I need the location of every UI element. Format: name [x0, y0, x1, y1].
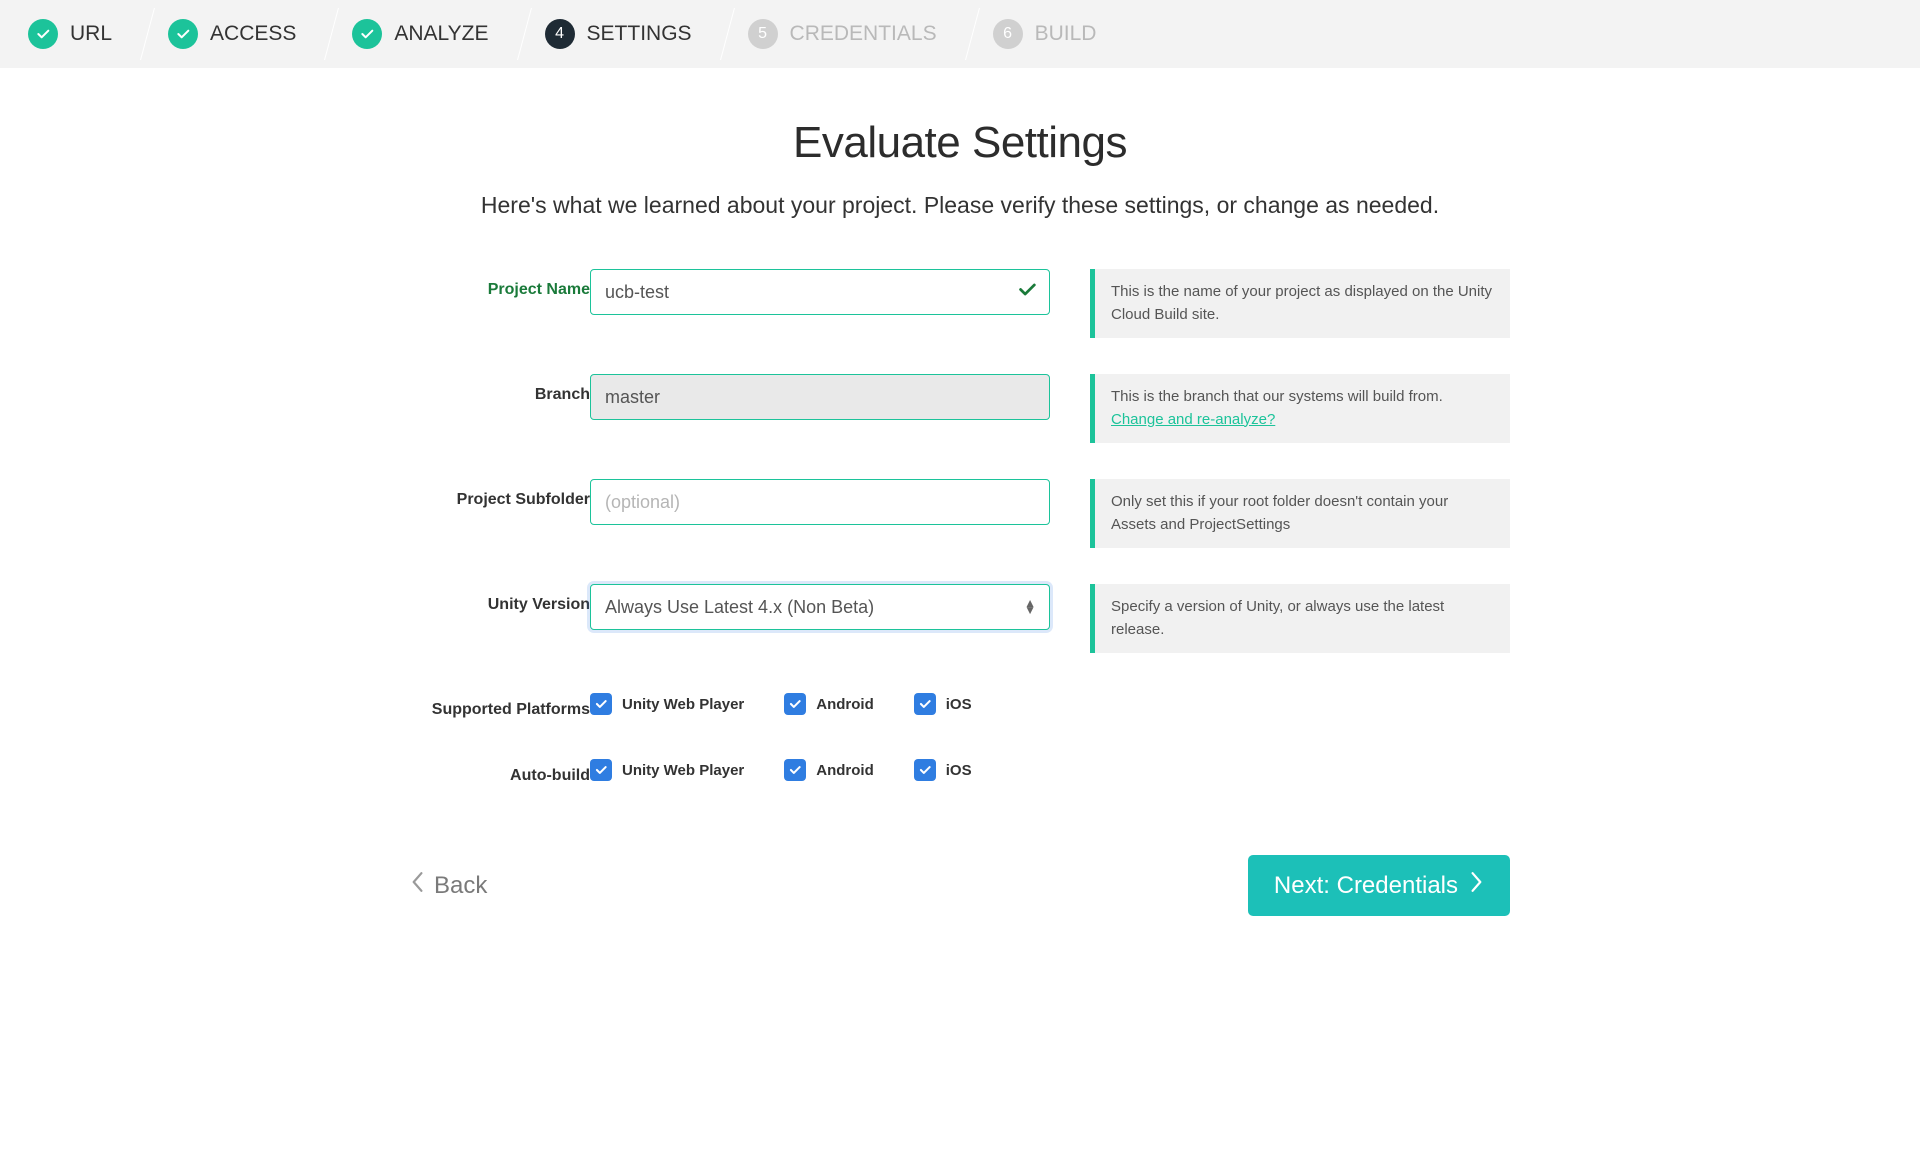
project-name-label: Project Name [410, 269, 590, 299]
back-button[interactable]: Back [410, 871, 487, 900]
step-label: SETTINGS [587, 22, 692, 46]
checkbox-ab-android[interactable] [784, 759, 806, 781]
branch-hint: This is the branch that our systems will… [1090, 374, 1510, 443]
platform-webplayer: Unity Web Player [590, 693, 744, 715]
next-button[interactable]: Next: Credentials [1248, 855, 1510, 916]
step-analyze[interactable]: ANALYZE [324, 0, 516, 68]
checkbox-ab-webplayer[interactable] [590, 759, 612, 781]
autobuild-label: Auto-build [410, 755, 590, 785]
page-title: Evaluate Settings [410, 118, 1510, 168]
step-label: URL [70, 22, 112, 46]
platform-android: Android [784, 693, 874, 715]
project-name-input[interactable] [590, 269, 1050, 315]
branch-input [590, 374, 1050, 420]
next-label: Next: Credentials [1274, 872, 1458, 900]
step-number-badge: 5 [748, 19, 778, 49]
subfolder-field-wrap [590, 479, 1050, 525]
branch-label: Branch [410, 374, 590, 404]
reanalyze-link[interactable]: Change and re-analyze? [1111, 411, 1275, 428]
platform-android-label: Android [816, 696, 874, 713]
footer-nav: Back Next: Credentials [410, 855, 1510, 916]
step-number-badge: 4 [545, 19, 575, 49]
subfolder-label: Project Subfolder [410, 479, 590, 509]
autobuild-webplayer-label: Unity Web Player [622, 762, 744, 779]
checkbox-ios[interactable] [914, 693, 936, 715]
subfolder-input[interactable] [590, 479, 1050, 525]
version-select[interactable]: Always Use Latest 4.x (Non Beta) [590, 584, 1050, 630]
platforms-label: Supported Platforms [410, 689, 590, 719]
step-access[interactable]: ACCESS [140, 0, 324, 68]
autobuild-android: Android [784, 759, 874, 781]
step-credentials[interactable]: 5 CREDENTIALS [720, 0, 965, 68]
platform-webplayer-label: Unity Web Player [622, 696, 744, 713]
subfolder-hint: Only set this if your root folder doesn'… [1090, 479, 1510, 548]
platform-ios-label: iOS [946, 696, 972, 713]
checkmark-icon [168, 19, 198, 49]
checkmark-icon [352, 19, 382, 49]
settings-form: Project Name This is the name of your pr… [410, 269, 1510, 785]
project-name-field-wrap [590, 269, 1050, 315]
step-settings[interactable]: 4 SETTINGS [517, 0, 720, 68]
version-label: Unity Version [410, 584, 590, 614]
project-name-hint: This is the name of your project as disp… [1090, 269, 1510, 338]
page-subtitle: Here's what we learned about your projec… [410, 192, 1510, 219]
main-content: Evaluate Settings Here's what we learned… [370, 68, 1550, 956]
step-label: CREDENTIALS [790, 22, 937, 46]
chevron-left-icon [410, 871, 424, 900]
checkbox-android[interactable] [784, 693, 806, 715]
autobuild-ios-label: iOS [946, 762, 972, 779]
autobuild-webplayer: Unity Web Player [590, 759, 744, 781]
platform-ios: iOS [914, 693, 972, 715]
autobuild-ios: iOS [914, 759, 972, 781]
autobuild-android-label: Android [816, 762, 874, 779]
step-url[interactable]: URL [0, 0, 140, 68]
step-number-badge: 6 [993, 19, 1023, 49]
step-label: BUILD [1035, 22, 1097, 46]
step-build[interactable]: 6 BUILD [965, 0, 1125, 68]
branch-hint-text: This is the branch that our systems will… [1111, 388, 1443, 405]
platforms-checks: Unity Web Player Android iOS [590, 689, 1510, 715]
checkbox-webplayer[interactable] [590, 693, 612, 715]
branch-field-wrap [590, 374, 1050, 420]
chevron-right-icon [1470, 871, 1484, 900]
version-hint: Specify a version of Unity, or always us… [1090, 584, 1510, 653]
checkmark-icon [28, 19, 58, 49]
autobuild-checks: Unity Web Player Android iOS [590, 755, 1510, 781]
checkbox-ab-ios[interactable] [914, 759, 936, 781]
version-field-wrap: Always Use Latest 4.x (Non Beta) ▲▼ [590, 584, 1050, 630]
stepper: URL ACCESS ANALYZE 4 SETTINGS 5 CREDENTI… [0, 0, 1920, 68]
step-label: ACCESS [210, 22, 296, 46]
back-label: Back [434, 872, 487, 900]
step-label: ANALYZE [394, 22, 488, 46]
checkmark-icon [1016, 279, 1038, 306]
